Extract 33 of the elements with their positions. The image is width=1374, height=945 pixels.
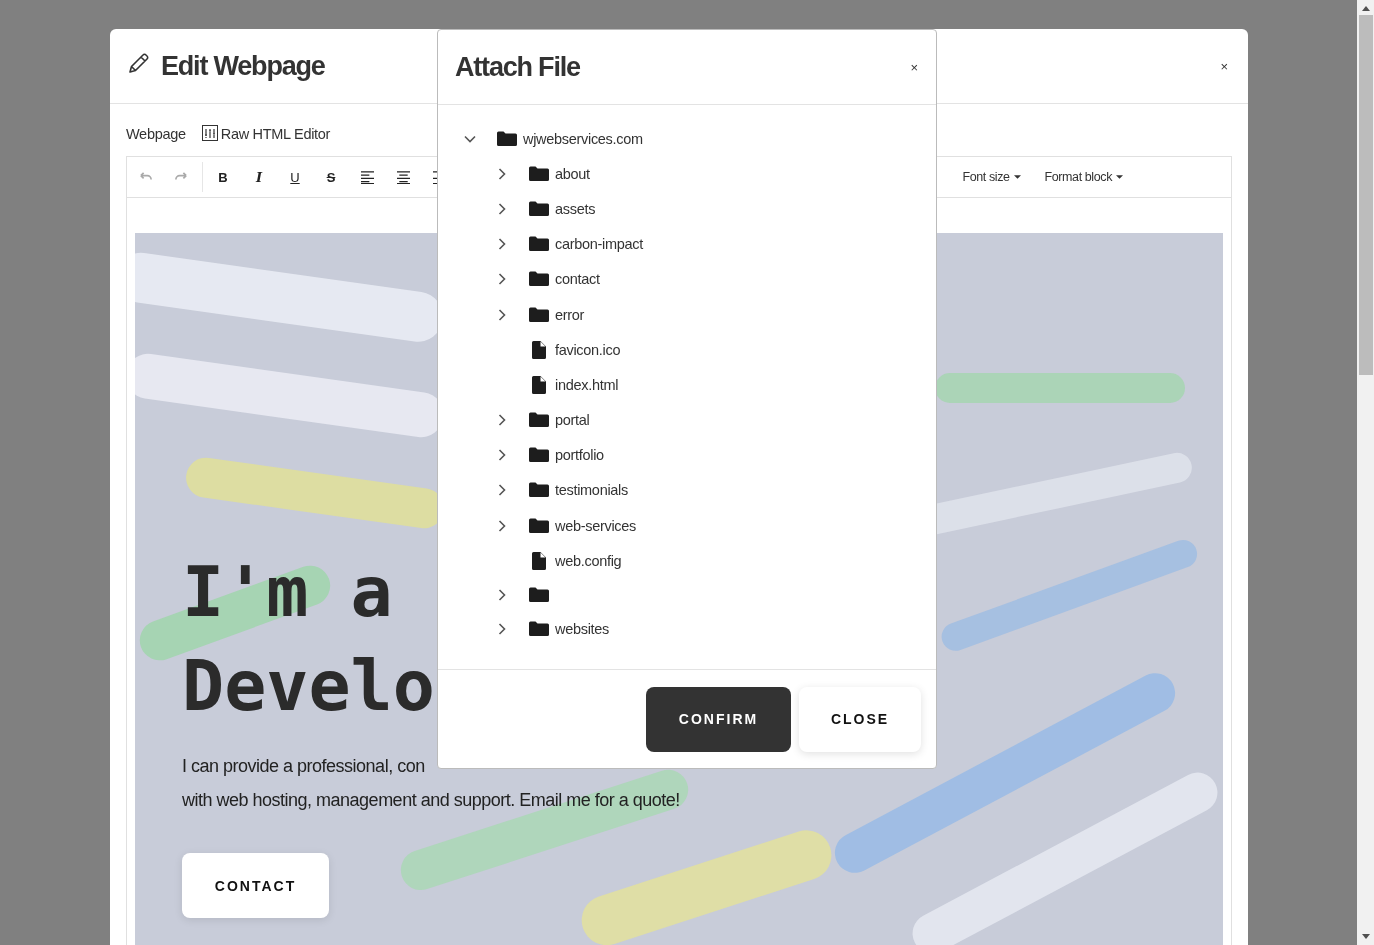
contact-button[interactable]: CONTACT bbox=[182, 853, 329, 918]
dialog-title: Edit Webpage bbox=[161, 50, 325, 82]
hero-text: I can provide a professional, con bbox=[182, 755, 425, 778]
underline-button[interactable]: U bbox=[277, 162, 313, 192]
hero-heading: I'm a bbox=[182, 550, 393, 635]
tree-item[interactable]: index.html bbox=[555, 376, 619, 393]
tree-item[interactable]: assets bbox=[555, 200, 596, 217]
confirm-button[interactable]: CONFIRM bbox=[646, 686, 791, 752]
tree-item[interactable]: web.config bbox=[555, 552, 622, 569]
tree-item[interactable]: favicon.ico bbox=[555, 341, 621, 358]
italic-button[interactable]: I bbox=[241, 162, 277, 192]
hero-text: with web hosting, management and support. Email me for a quote! bbox=[182, 789, 680, 812]
tree-item[interactable]: websites bbox=[555, 620, 609, 637]
tree-item[interactable]: portal bbox=[555, 412, 590, 429]
tab[interactable]: Webpage bbox=[126, 126, 186, 142]
tree-item[interactable]: error bbox=[555, 306, 585, 323]
close-button[interactable]: × bbox=[1216, 56, 1232, 76]
tree-item[interactable]: contact bbox=[555, 271, 600, 288]
bold-button[interactable]: B bbox=[205, 162, 241, 192]
tree-item[interactable]: about bbox=[555, 165, 590, 182]
tree-item[interactable]: carbon-impact bbox=[555, 236, 643, 253]
tab[interactable]: Raw HTML Editor bbox=[201, 126, 331, 142]
dropdown[interactable]: Format block bbox=[1044, 170, 1123, 184]
tree-item[interactable]: wjwebservices.com bbox=[523, 130, 643, 147]
dialog-title: Attach File bbox=[455, 51, 580, 83]
close-button[interactable]: CLOSE bbox=[799, 686, 921, 752]
dropdown[interactable]: Font size bbox=[962, 170, 1021, 184]
close-button[interactable]: × bbox=[906, 57, 922, 77]
tree-item[interactable]: testimonials bbox=[555, 482, 628, 499]
hero-heading: Develo bbox=[182, 644, 435, 729]
strike-button[interactable]: S bbox=[313, 162, 349, 192]
tree-item[interactable]: web-services bbox=[555, 517, 636, 534]
tree-item[interactable]: portfolio bbox=[555, 447, 604, 464]
